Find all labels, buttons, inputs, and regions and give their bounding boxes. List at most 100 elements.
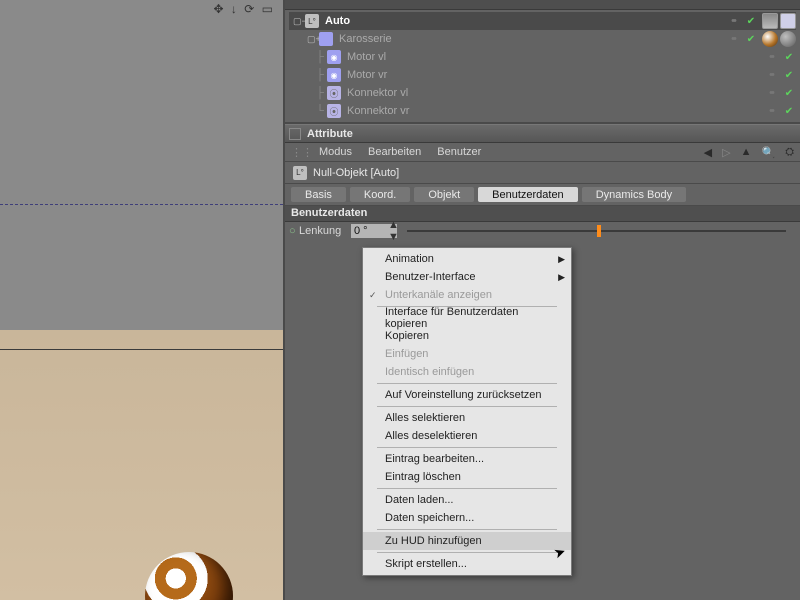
tree-root-auto[interactable]: ▢− L° Auto •• ✔ (289, 12, 796, 30)
menu-item-label: Unterkanäle anzeigen (385, 289, 492, 301)
tab-objekt[interactable]: Objekt (414, 187, 474, 202)
lenkung-slider[interactable] (407, 230, 786, 232)
context-menu-item[interactable]: Eintrag bearbeiten... (363, 450, 571, 468)
tree-label: Konnektor vl (347, 87, 760, 99)
material-tag-icon[interactable] (780, 31, 796, 47)
context-menu-item[interactable]: Alles selektieren (363, 409, 571, 427)
lenkung-spinner[interactable]: 0 ° ▲▼ (351, 224, 397, 238)
grip-icon[interactable]: ⋮⋮ (291, 146, 303, 159)
check-icon: ✓ (369, 290, 377, 301)
context-menu-item: ✓ Unterkanäle anzeigen (363, 286, 571, 304)
spinner-up-icon[interactable]: ▲ (388, 219, 396, 231)
context-menu-item[interactable]: Animation▶ (363, 250, 571, 268)
object-manager[interactable]: ▢− L° Auto •• ✔ ▢+ Karosserie •• ✔ (285, 10, 800, 124)
menu-separator (377, 552, 557, 553)
context-menu-item[interactable]: Daten laden... (363, 491, 571, 509)
keyframe-hint-icon[interactable]: ○ (289, 225, 295, 237)
tree-item-motor-vr[interactable]: ├ ◉ Motor vr •• ✔ (289, 66, 796, 84)
settings-icon[interactable]: ⛭ (785, 146, 794, 159)
attribute-panel-header[interactable]: Attribute (285, 124, 800, 143)
cube-icon (319, 32, 333, 46)
context-menu-item[interactable]: Benutzer-Interface ▶ (363, 268, 571, 286)
menu-modus[interactable]: Modus (319, 146, 352, 158)
enable-check[interactable]: ✔ (744, 34, 758, 45)
tree-label: Karosserie (339, 33, 722, 45)
menu-item-label: Daten speichern... (385, 512, 474, 524)
enable-check[interactable]: ✔ (744, 16, 758, 27)
tree-item-karosserie[interactable]: ▢+ Karosserie •• ✔ (289, 30, 796, 48)
menu-benutzer[interactable]: Benutzer (437, 146, 481, 158)
connector-line-icon: ├ (315, 69, 325, 81)
floor-line (0, 349, 283, 350)
menu-separator (377, 406, 557, 407)
menu-item-label: Einfügen (385, 348, 428, 360)
context-menu-item[interactable]: Alles deselektieren (363, 427, 571, 445)
visibility-dots[interactable]: •• (760, 51, 782, 63)
tab-basis[interactable]: Basis (291, 187, 346, 202)
tab-benutzerdaten[interactable]: Benutzerdaten (478, 187, 578, 202)
material-tag-icon[interactable] (762, 31, 778, 47)
enable-check[interactable]: ✔ (782, 52, 796, 63)
viewport-3d[interactable]: ✥ ↓ ⟳ ▭ (0, 0, 285, 600)
sphere-object[interactable] (145, 552, 233, 600)
nav-back-icon[interactable]: ◀ (704, 146, 712, 159)
tag-list[interactable] (762, 31, 796, 47)
disclosure-icon[interactable]: ▢+ (307, 34, 317, 45)
tag-list[interactable] (762, 13, 796, 29)
tag-expresso-icon[interactable] (762, 13, 778, 29)
visibility-dots[interactable]: •• (760, 69, 782, 81)
menu-item-label: Daten laden... (385, 494, 454, 506)
section-header: Benutzerdaten (285, 206, 800, 222)
submenu-arrow-icon: ▶ (558, 272, 565, 283)
connector-line-icon: └ (315, 105, 325, 117)
menu-separator (377, 447, 557, 448)
context-menu-item[interactable]: Auf Voreinstellung zurücksetzen (363, 386, 571, 404)
disclosure-icon[interactable]: ▢− (293, 16, 303, 27)
context-menu-item[interactable]: Daten speichern... (363, 509, 571, 527)
visibility-dots[interactable]: •• (722, 15, 744, 27)
menu-bearbeiten[interactable]: Bearbeiten (368, 146, 421, 158)
context-menu-item[interactable]: Zu HUD hinzufügen (363, 532, 571, 550)
visibility-dots[interactable]: •• (760, 105, 782, 117)
menu-item-label: Alles deselektieren (385, 430, 477, 442)
viewport-toolbar[interactable]: ✥ ↓ ⟳ ▭ (214, 2, 275, 16)
context-menu[interactable]: Animation▶ Benutzer-Interface ▶ ✓ Unterkanäl… (362, 247, 572, 576)
connector-line-icon: ├ (315, 51, 325, 63)
motor-icon: ◉ (327, 50, 341, 64)
object-title-row: L° Null-Objekt [Auto] (285, 162, 800, 184)
tree-label: Auto (325, 15, 722, 27)
enable-check[interactable]: ✔ (782, 106, 796, 117)
tree-label: Motor vr (347, 69, 760, 81)
field-label: Lenkung (299, 225, 351, 237)
spinner-value: 0 ° (354, 225, 368, 237)
context-menu-item: Einfügen (363, 345, 571, 363)
search-icon[interactable]: 🔍 (761, 146, 775, 159)
context-menu-item[interactable]: Skript erstellen... (363, 555, 571, 573)
context-menu-item[interactable]: Interface für Benutzerdaten kopieren (363, 309, 571, 327)
connector-icon: ⦿ (327, 86, 341, 100)
context-menu-item[interactable]: Kopieren (363, 327, 571, 345)
horizon-helper (0, 204, 283, 205)
nav-fwd-icon[interactable]: ▷ (722, 146, 730, 159)
tree-item-motor-vl[interactable]: ├ ◉ Motor vl •• ✔ (289, 48, 796, 66)
visibility-dots[interactable]: •• (722, 33, 744, 45)
context-menu-item[interactable]: Eintrag löschen (363, 468, 571, 486)
tab-dynamics-body[interactable]: Dynamics Body (582, 187, 686, 202)
nav-up-icon[interactable]: ▲ (741, 146, 752, 159)
slider-handle[interactable] (597, 225, 601, 237)
panel-grip-icon[interactable] (289, 128, 301, 140)
tag-dynamics-icon[interactable] (780, 13, 796, 29)
menu-item-label: Benutzer-Interface (385, 271, 476, 283)
enable-check[interactable]: ✔ (782, 70, 796, 81)
menu-item-label: Auf Voreinstellung zurücksetzen (385, 389, 542, 401)
menu-item-label: Eintrag bearbeiten... (385, 453, 484, 465)
tree-item-konnektor-vr[interactable]: └ ⦿ Konnektor vr •• ✔ (289, 102, 796, 120)
enable-check[interactable]: ✔ (782, 88, 796, 99)
tree-item-konnektor-vl[interactable]: ├ ⦿ Konnektor vl •• ✔ (289, 84, 796, 102)
menu-item-label: Skript erstellen... (385, 558, 467, 570)
motor-icon: ◉ (327, 68, 341, 82)
menu-item-label: Animation (385, 253, 434, 265)
attribute-menu-bar: ⋮⋮ Modus Bearbeiten Benutzer ◀ ▷ ▲ 🔍 ⛭ (285, 143, 800, 162)
tab-koord[interactable]: Koord. (350, 187, 410, 202)
visibility-dots[interactable]: •• (760, 87, 782, 99)
